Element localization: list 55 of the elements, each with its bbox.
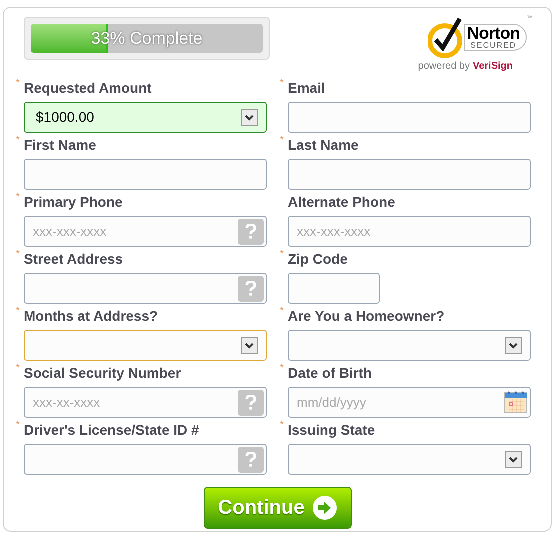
caret-icon bbox=[241, 109, 258, 126]
input-field[interactable]: xxx-xxx-xxxx bbox=[288, 216, 531, 247]
partner-name: VeriSign bbox=[472, 60, 513, 74]
field-label: Last Name bbox=[288, 136, 359, 154]
help-icon[interactable] bbox=[238, 447, 264, 473]
input-field[interactable] bbox=[24, 444, 267, 475]
required-asterisk: * bbox=[16, 307, 20, 317]
required-asterisk: * bbox=[16, 421, 20, 431]
secured-label: SECURED bbox=[470, 42, 517, 50]
field-label: Primary Phone bbox=[24, 193, 123, 211]
brand-name: Norton bbox=[467, 24, 520, 42]
required-asterisk: * bbox=[280, 307, 284, 317]
select-field[interactable] bbox=[288, 444, 531, 475]
required-asterisk: * bbox=[280, 136, 284, 146]
field-label: Requested Amount bbox=[24, 79, 152, 97]
input-field[interactable] bbox=[288, 273, 380, 304]
field-label: Driver's License/State ID # bbox=[24, 421, 200, 439]
input-field[interactable] bbox=[24, 159, 267, 190]
caret-icon bbox=[505, 451, 522, 468]
caret-icon bbox=[241, 337, 258, 354]
help-icon[interactable] bbox=[238, 390, 264, 416]
input-field[interactable] bbox=[288, 102, 531, 133]
input-field[interactable] bbox=[24, 273, 267, 304]
caret-icon bbox=[505, 337, 522, 354]
required-asterisk: * bbox=[16, 79, 20, 89]
help-icon[interactable] bbox=[238, 219, 264, 245]
required-asterisk: * bbox=[16, 193, 20, 203]
field-label: First Name bbox=[24, 136, 96, 154]
input-field[interactable]: xxx-xx-xxxx bbox=[24, 387, 267, 418]
select-field[interactable] bbox=[288, 330, 531, 361]
input-field[interactable]: xxx-xxx-xxxx bbox=[24, 216, 267, 247]
field-label: Street Address bbox=[24, 250, 124, 268]
field-label: Zip Code bbox=[288, 250, 348, 268]
input-field[interactable] bbox=[288, 159, 531, 190]
select-field[interactable]: $1000.00 bbox=[24, 102, 267, 133]
field-label: Email bbox=[288, 79, 326, 97]
select-field[interactable] bbox=[24, 330, 267, 361]
required-asterisk: * bbox=[280, 250, 284, 260]
required-asterisk: * bbox=[16, 250, 20, 260]
calendar-icon[interactable] bbox=[504, 390, 528, 414]
field-label: Months at Address? bbox=[24, 307, 158, 325]
required-asterisk: * bbox=[280, 421, 284, 431]
powered-by-text: powered by bbox=[418, 60, 470, 74]
help-icon[interactable] bbox=[238, 276, 264, 302]
input-field[interactable]: mm/dd/yyyy bbox=[288, 387, 531, 418]
required-asterisk: * bbox=[16, 136, 20, 146]
arrow-right-icon bbox=[312, 496, 337, 520]
field-label: Alternate Phone bbox=[288, 193, 396, 211]
field-label: Are You a Homeowner? bbox=[288, 307, 445, 325]
field-label: Date of Birth bbox=[288, 364, 372, 382]
required-asterisk: * bbox=[280, 79, 284, 89]
required-asterisk: * bbox=[280, 364, 284, 374]
required-asterisk: * bbox=[16, 364, 20, 374]
field-label: Social Security Number bbox=[24, 364, 182, 382]
field-label: Issuing State bbox=[288, 421, 376, 439]
